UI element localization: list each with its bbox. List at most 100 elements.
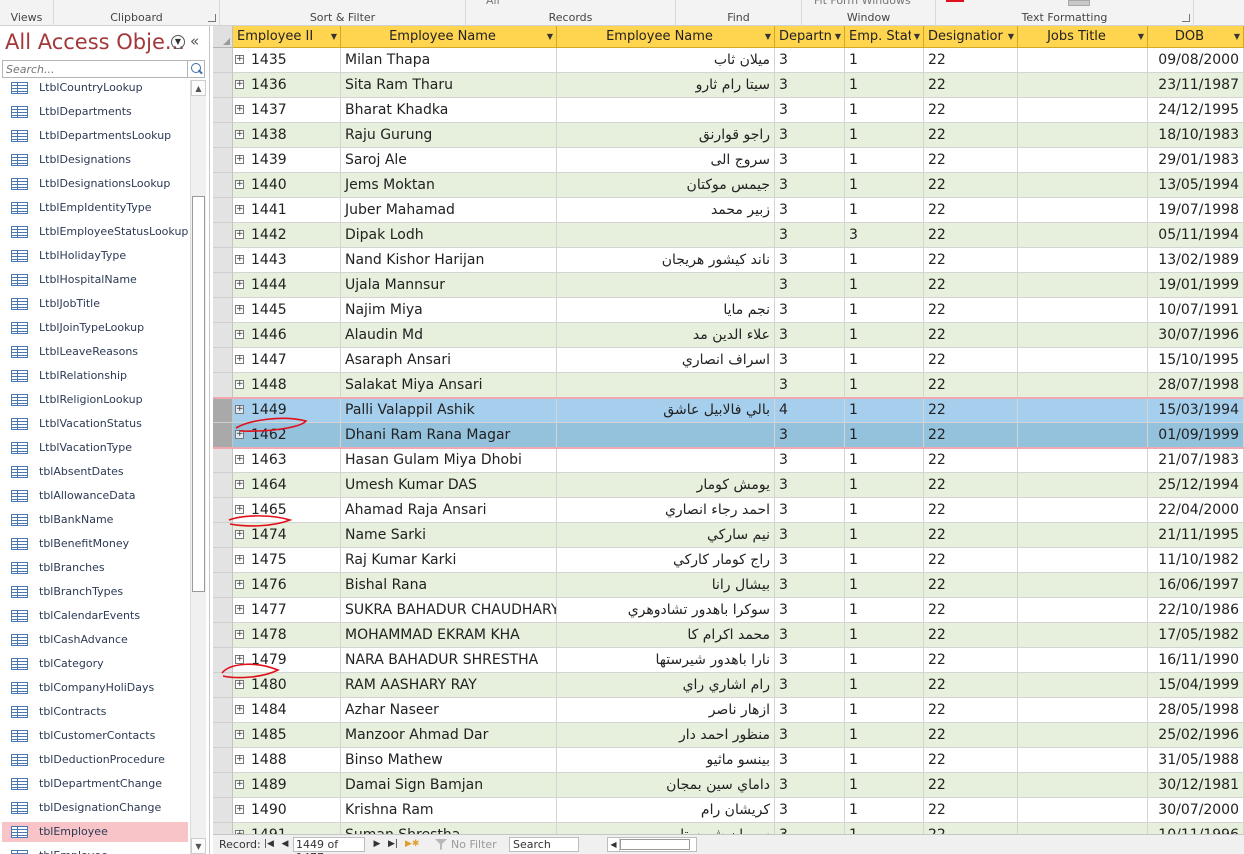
- dob-cell[interactable]: 05/11/1994: [1148, 223, 1244, 248]
- designation-cell[interactable]: 22: [924, 323, 1018, 348]
- nav-item-table[interactable]: LtblEmpIdentityType: [2, 198, 188, 218]
- dob-cell[interactable]: 30/12/1981: [1148, 773, 1244, 798]
- department-cell[interactable]: 3: [775, 748, 845, 773]
- employee-name-arabic-cell[interactable]: [557, 98, 775, 123]
- jobs-title-cell[interactable]: [1018, 273, 1148, 298]
- employee-id-cell[interactable]: +1477: [233, 598, 341, 623]
- department-cell[interactable]: 3: [775, 773, 845, 798]
- row-selector[interactable]: [213, 248, 233, 273]
- employee-name-cell[interactable]: Saroj Ale: [341, 148, 557, 173]
- employee-name-cell[interactable]: Suman Shrestha: [341, 823, 557, 834]
- employee-id-cell[interactable]: +1444: [233, 273, 341, 298]
- designation-cell[interactable]: 22: [924, 498, 1018, 523]
- row-selector[interactable]: [213, 73, 233, 98]
- employee-id-cell[interactable]: +1445: [233, 298, 341, 323]
- employee-name-cell[interactable]: Alaudin Md: [341, 323, 557, 348]
- employee-id-cell[interactable]: +1439: [233, 148, 341, 173]
- emp-status-cell[interactable]: 1: [845, 173, 924, 198]
- employee-name-arabic-cell[interactable]: بيشال رانا: [557, 573, 775, 598]
- last-record-icon[interactable]: ▶|: [387, 837, 399, 851]
- employee-id-cell[interactable]: +1476: [233, 573, 341, 598]
- employee-name-arabic-cell[interactable]: نيم ساركي: [557, 523, 775, 548]
- emp-status-cell[interactable]: 1: [845, 723, 924, 748]
- employee-name-arabic-cell[interactable]: ميلان ثاب: [557, 48, 775, 73]
- expand-subdatasheet-icon[interactable]: +: [235, 505, 244, 514]
- table-row[interactable]: +1478 MOHAMMAD EKRAM KHA محمد اكرام كا 3 1 22…: [213, 623, 1244, 648]
- jobs-title-cell[interactable]: [1018, 723, 1148, 748]
- department-cell[interactable]: 3: [775, 448, 845, 473]
- expand-subdatasheet-icon[interactable]: +: [235, 305, 244, 314]
- employee-name-arabic-cell[interactable]: اسراف انصاري: [557, 348, 775, 373]
- column-dropdown-icon[interactable]: ▼: [331, 26, 337, 47]
- table-row[interactable]: +1441 Juber Mahamad زبير محمد 3 1 22 19/07/199…: [213, 198, 1244, 223]
- column-dropdown-icon[interactable]: ▼: [914, 26, 920, 47]
- designation-cell[interactable]: 22: [924, 823, 1018, 834]
- department-cell[interactable]: 3: [775, 373, 845, 398]
- employee-name-cell[interactable]: Manzoor Ahmad Dar: [341, 723, 557, 748]
- expand-subdatasheet-icon[interactable]: +: [235, 805, 244, 814]
- table-row[interactable]: +1474 Name Sarki نيم ساركي 3 1 22 21/11/1995: [213, 523, 1244, 548]
- next-record-icon[interactable]: ▶: [371, 837, 383, 851]
- new-record-icon[interactable]: ▶✱: [405, 837, 419, 851]
- dob-cell[interactable]: 28/07/1998: [1148, 373, 1244, 398]
- row-selector[interactable]: [213, 673, 233, 698]
- nav-item-table[interactable]: LtblDepartmentsLookup: [2, 126, 188, 146]
- table-row[interactable]: +1448 Salakat Miya Ansari 3 1 22 28/07/1998: [213, 373, 1244, 398]
- emp-status-cell[interactable]: 1: [845, 823, 924, 834]
- employee-name-arabic-cell[interactable]: سومان شريستا: [557, 823, 775, 834]
- jobs-title-cell[interactable]: [1018, 323, 1148, 348]
- expand-subdatasheet-icon[interactable]: +: [235, 355, 244, 364]
- dob-cell[interactable]: 10/11/1996: [1148, 823, 1244, 834]
- employee-name-arabic-cell[interactable]: [557, 448, 775, 473]
- employee-id-cell[interactable]: +1462: [233, 423, 341, 448]
- employee-id-cell[interactable]: +1463: [233, 448, 341, 473]
- department-cell[interactable]: 3: [775, 173, 845, 198]
- employee-name-arabic-cell[interactable]: سيتا رام ثارو: [557, 73, 775, 98]
- table-row[interactable]: +1490 Krishna Ram كريشان رام 3 1 22 30/07/2000: [213, 798, 1244, 823]
- expand-subdatasheet-icon[interactable]: +: [235, 405, 244, 414]
- employee-id-cell[interactable]: +1490: [233, 798, 341, 823]
- jobs-title-cell[interactable]: [1018, 498, 1148, 523]
- expand-subdatasheet-icon[interactable]: +: [235, 105, 244, 114]
- emp-status-cell[interactable]: 1: [845, 48, 924, 73]
- jobs-title-cell[interactable]: [1018, 673, 1148, 698]
- column-header[interactable]: Designatior ▼: [924, 26, 1018, 48]
- row-selector[interactable]: [213, 548, 233, 573]
- emp-status-cell[interactable]: 1: [845, 773, 924, 798]
- dob-cell[interactable]: 19/01/1999: [1148, 273, 1244, 298]
- jobs-title-cell[interactable]: [1018, 48, 1148, 73]
- nav-item-table[interactable]: LtblReligionLookup: [2, 390, 188, 410]
- emp-status-cell[interactable]: 1: [845, 523, 924, 548]
- nav-item-table[interactable]: tblBranches: [2, 558, 188, 578]
- jobs-title-cell[interactable]: [1018, 648, 1148, 673]
- designation-cell[interactable]: 22: [924, 448, 1018, 473]
- row-selector[interactable]: [213, 823, 233, 834]
- employee-name-cell[interactable]: Damai Sign Bamjan: [341, 773, 557, 798]
- nav-item-table[interactable]: LtblDesignationsLookup: [2, 174, 188, 194]
- emp-status-cell[interactable]: 1: [845, 673, 924, 698]
- row-selector[interactable]: [213, 748, 233, 773]
- gridlines-icon[interactable]: [1068, 0, 1090, 6]
- dob-cell[interactable]: 10/07/1991: [1148, 298, 1244, 323]
- table-row[interactable]: +1435 Milan Thapa ميلان ثاب 3 1 22 09/08/2000: [213, 48, 1244, 73]
- department-cell[interactable]: 3: [775, 573, 845, 598]
- expand-subdatasheet-icon[interactable]: +: [235, 255, 244, 264]
- designation-cell[interactable]: 22: [924, 348, 1018, 373]
- table-row[interactable]: +1438 Raju Gurung راجو قوارنق 3 1 22 18/10/198…: [213, 123, 1244, 148]
- row-selector[interactable]: [213, 423, 233, 448]
- employee-name-cell[interactable]: Asaraph Ansari: [341, 348, 557, 373]
- column-dropdown-icon[interactable]: ▼: [835, 26, 841, 47]
- expand-subdatasheet-icon[interactable]: +: [235, 705, 244, 714]
- department-cell[interactable]: 3: [775, 98, 845, 123]
- nav-item-table[interactable]: tblEmployee...: [2, 846, 188, 854]
- designation-cell[interactable]: 22: [924, 173, 1018, 198]
- department-cell[interactable]: 3: [775, 423, 845, 448]
- column-dropdown-icon[interactable]: ▼: [765, 26, 771, 47]
- jobs-title-cell[interactable]: [1018, 148, 1148, 173]
- employee-name-cell[interactable]: Juber Mahamad: [341, 198, 557, 223]
- designation-cell[interactable]: 22: [924, 398, 1018, 423]
- nav-item-table[interactable]: tblContracts: [2, 702, 188, 722]
- jobs-title-cell[interactable]: [1018, 198, 1148, 223]
- employee-name-arabic-cell[interactable]: علاء الدين مد: [557, 323, 775, 348]
- table-row[interactable]: +1446 Alaudin Md علاء الدين مد 3 1 22 30/07/19…: [213, 323, 1244, 348]
